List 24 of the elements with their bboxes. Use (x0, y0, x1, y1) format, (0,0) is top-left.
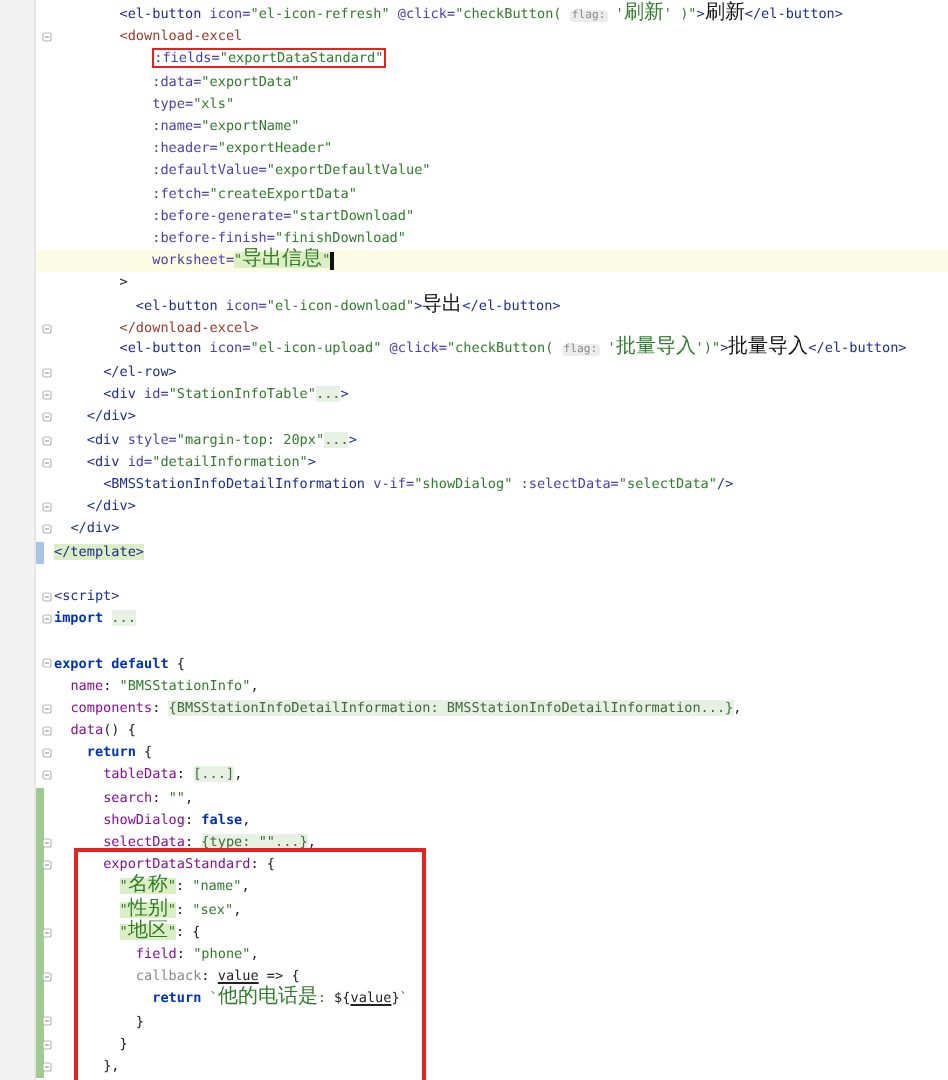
fold-marker-icon[interactable] (42, 524, 52, 535)
fold-marker-icon[interactable] (42, 1061, 52, 1072)
fold-marker-icon[interactable] (42, 837, 52, 848)
fold-marker-icon[interactable] (42, 972, 52, 983)
text-cursor (330, 252, 335, 271)
fold-marker-icon[interactable] (42, 703, 52, 714)
fold-marker-icon[interactable] (42, 1039, 52, 1050)
fold-marker-icon[interactable] (42, 368, 52, 378)
fold-marker-icon[interactable] (42, 323, 52, 334)
fold-marker-icon[interactable] (42, 927, 52, 938)
fold-marker-icon[interactable] (42, 457, 52, 468)
fold-marker-icon[interactable] (42, 860, 52, 871)
fold-marker-icon[interactable] (42, 1016, 52, 1027)
fold-marker-icon[interactable] (42, 32, 52, 43)
fold-marker-icon[interactable] (42, 502, 52, 513)
fold-marker-icon[interactable] (42, 770, 52, 781)
fold-marker-icon[interactable] (42, 726, 52, 736)
fold-marker-icon[interactable] (42, 614, 52, 625)
fold-marker-icon[interactable] (42, 748, 52, 759)
fold-marker-icon[interactable] (42, 390, 52, 401)
fold-marker-icon[interactable] (42, 435, 52, 446)
fold-marker-icon[interactable] (42, 591, 52, 602)
fold-marker-icon[interactable] (42, 658, 52, 669)
fold-marker-icon[interactable] (42, 412, 52, 423)
